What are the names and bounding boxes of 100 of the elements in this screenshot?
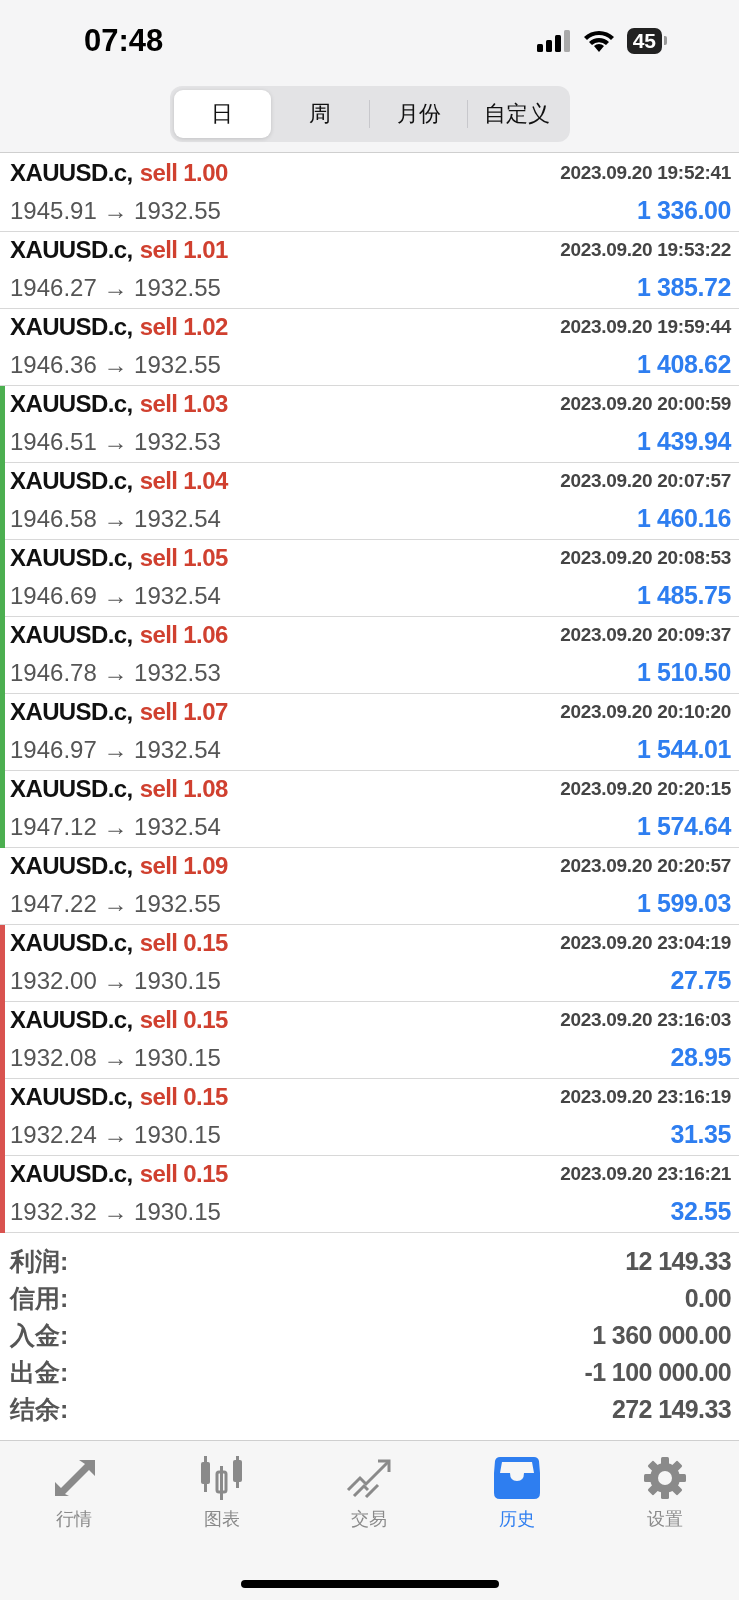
deal-volume: sell 1.03	[139, 389, 228, 418]
battery-level: 45	[626, 27, 662, 54]
deal-volume: sell 1.07	[139, 697, 228, 726]
period-tab[interactable]: 周	[271, 89, 369, 138]
deal-time: 2023.09.20 19:59:44	[560, 315, 731, 338]
settings-icon	[643, 1455, 688, 1500]
deal-row[interactable]: XAUUSD.c, sell 1.03 2023.09.20 20:00:59 1946.51 → 1932.53 1 439.94	[0, 385, 739, 463]
deal-row[interactable]: XAUUSD.c, sell 1.04 2023.09.20 20:07:57 1946.58 → 1932.54 1 460.16	[0, 462, 739, 540]
deal-symbol: XAUUSD.c,	[10, 543, 133, 572]
deal-volume: sell 1.00	[139, 158, 228, 187]
deal-volume: sell 1.06	[139, 620, 228, 649]
deal-prices: 1946.69 → 1932.54	[10, 581, 222, 610]
inbox-icon	[494, 1456, 541, 1499]
deal-symbol: XAUUSD.c,	[10, 1082, 133, 1111]
deal-volume: sell 1.01	[139, 235, 228, 264]
deal-prices: 1932.00 → 1930.15	[10, 966, 222, 995]
deal-symbol: XAUUSD.c,	[10, 1005, 133, 1034]
deal-time: 2023.09.20 23:16:19	[560, 1085, 731, 1108]
deal-profit: 1 408.62	[636, 350, 731, 380]
deal-prices: 1946.36 → 1932.55	[10, 350, 222, 379]
deal-time: 2023.09.20 20:09:37	[560, 623, 731, 646]
deal-row[interactable]: XAUUSD.c, sell 1.07 2023.09.20 20:10:20 1946.97 → 1932.54 1 544.01	[0, 693, 739, 771]
nav-tab[interactable]: 历史	[443, 1450, 592, 1535]
period-tab[interactable]: 月份	[370, 89, 468, 138]
deal-prices: 1946.51 → 1932.53	[10, 427, 222, 456]
deal-symbol: XAUUSD.c,	[10, 620, 133, 649]
deal-symbol: XAUUSD.c,	[10, 1159, 133, 1188]
deal-symbol: XAUUSD.c,	[10, 389, 133, 418]
deal-prices: 1947.12 → 1932.54	[10, 812, 222, 841]
deal-row[interactable]: XAUUSD.c, sell 0.15 2023.09.20 23:16:19 1932.24 → 1930.15 31.35	[0, 1078, 739, 1156]
deal-time: 2023.09.20 20:07:57	[560, 469, 731, 492]
deal-time: 2023.09.20 23:16:03	[560, 1008, 731, 1031]
deal-prices: 1946.27 → 1932.55	[10, 273, 222, 302]
deal-prices: 1947.22 → 1932.55	[10, 889, 222, 918]
deal-row[interactable]: XAUUSD.c, sell 1.09 2023.09.20 20:20:57 1947.22 → 1932.55 1 599.03	[0, 847, 739, 925]
deal-symbol: XAUUSD.c,	[10, 235, 133, 264]
deal-symbol: XAUUSD.c,	[10, 466, 133, 495]
period-tab[interactable]: 自定义	[468, 89, 566, 138]
deal-prices: 1932.08 → 1930.15	[10, 1043, 222, 1072]
deal-volume: sell 1.08	[139, 774, 228, 803]
deal-row[interactable]: XAUUSD.c, sell 1.06 2023.09.20 20:09:37 1946.78 → 1932.53 1 510.50	[0, 616, 739, 694]
deal-time: 2023.09.20 20:10:20	[560, 700, 731, 723]
summary-label: 入金:	[10, 1319, 69, 1351]
deal-volume: sell 0.15	[139, 928, 228, 957]
deal-time: 2023.09.20 20:00:59	[560, 392, 731, 415]
deal-prices: 1946.97 → 1932.54	[10, 735, 222, 764]
trend-arrows-icon	[346, 1457, 393, 1498]
deal-volume: sell 1.02	[139, 312, 228, 341]
deal-profit: 1 510.50	[636, 658, 731, 688]
deal-profit: 1 485.75	[636, 581, 731, 611]
deal-profit: 1 574.64	[636, 812, 731, 842]
deal-symbol: XAUUSD.c,	[10, 697, 133, 726]
summary-label: 结余:	[10, 1393, 69, 1425]
deal-row[interactable]: XAUUSD.c, sell 0.15 2023.09.20 23:16:21 1932.32 → 1930.15 32.55	[0, 1155, 739, 1233]
signal-icon	[536, 29, 571, 52]
deal-row[interactable]: XAUUSD.c, sell 1.01 2023.09.20 19:53:22 1946.27 → 1932.55 1 385.72	[0, 231, 739, 309]
deal-volume: sell 1.09	[139, 851, 228, 880]
period-tab[interactable]: 日	[173, 89, 271, 138]
deal-symbol: XAUUSD.c,	[10, 312, 133, 341]
deal-row[interactable]: XAUUSD.c, sell 1.08 2023.09.20 20:20:15 1947.12 → 1932.54 1 574.64	[0, 770, 739, 848]
deal-volume: sell 0.15	[139, 1082, 228, 1111]
status-time: 07:48	[84, 22, 164, 59]
summary-value: 1 360 000.00	[592, 1320, 731, 1350]
deal-time: 2023.09.20 20:20:57	[560, 854, 731, 877]
deal-profit: 32.55	[670, 1197, 731, 1227]
deal-time: 2023.09.20 23:16:21	[560, 1162, 731, 1185]
deal-profit: 1 336.00	[636, 196, 731, 226]
deal-prices: 1932.32 → 1930.15	[10, 1197, 222, 1226]
deal-symbol: XAUUSD.c,	[10, 928, 133, 957]
summary-value: 272 149.33	[611, 1394, 731, 1424]
deal-time: 2023.09.20 19:53:22	[560, 238, 731, 261]
summary-value: -1 100 000.00	[584, 1357, 731, 1387]
deal-profit: 1 544.01	[636, 735, 731, 765]
deal-row[interactable]: XAUUSD.c, sell 1.02 2023.09.20 19:59:44 1946.36 → 1932.55 1 408.62	[0, 308, 739, 386]
deal-symbol: XAUUSD.c,	[10, 851, 133, 880]
deal-prices: 1946.58 → 1932.54	[10, 504, 222, 533]
deal-profit: 1 439.94	[636, 427, 731, 457]
summary-value: 12 149.33	[625, 1246, 731, 1276]
deal-time: 2023.09.20 20:20:15	[560, 777, 731, 800]
summary-label: 利润:	[10, 1245, 69, 1277]
deal-time: 2023.09.20 23:04:19	[560, 931, 731, 954]
deal-row[interactable]: XAUUSD.c, sell 0.15 2023.09.20 23:04:19 1932.00 → 1930.15 27.75	[0, 924, 739, 1002]
deal-time: 2023.09.20 20:08:53	[560, 546, 731, 569]
deal-row[interactable]: XAUUSD.c, sell 0.15 2023.09.20 23:16:03 1932.08 → 1930.15 28.95	[0, 1001, 739, 1079]
deal-time: 2023.09.20 19:52:41	[560, 161, 731, 184]
deal-row[interactable]: XAUUSD.c, sell 1.00 2023.09.20 19:52:41 1945.91 → 1932.55 1 336.00	[0, 154, 739, 232]
deal-prices: 1932.24 → 1930.15	[10, 1120, 222, 1149]
deal-profit: 27.75	[670, 966, 731, 996]
summary-label: 出金:	[10, 1356, 69, 1388]
deal-profit: 31.35	[670, 1120, 731, 1150]
summary-value: 0.00	[684, 1283, 731, 1313]
deal-prices: 1946.78 → 1932.53	[10, 658, 222, 687]
deal-row[interactable]: XAUUSD.c, sell 1.05 2023.09.20 20:08:53 1946.69 → 1932.54 1 485.75	[0, 539, 739, 617]
summary-label: 信用:	[10, 1282, 69, 1314]
deal-profit: 1 599.03	[636, 889, 731, 919]
deal-volume: sell 1.04	[139, 466, 228, 495]
deal-symbol: XAUUSD.c,	[10, 774, 133, 803]
deal-symbol: XAUUSD.c,	[10, 158, 133, 187]
candlestick-icon	[198, 1455, 245, 1500]
wifi-icon	[582, 29, 615, 53]
